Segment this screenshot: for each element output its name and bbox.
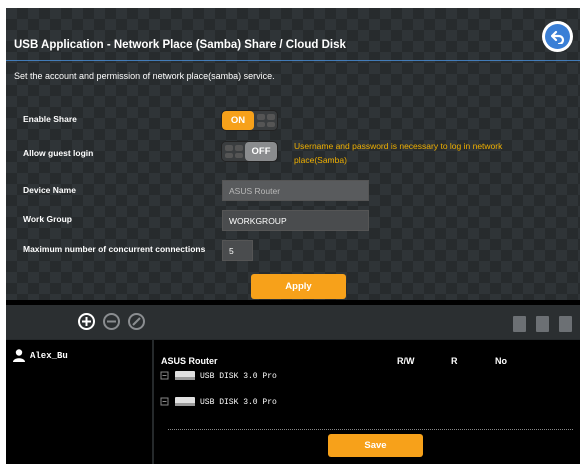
work-group-label: Work Group: [23, 214, 72, 224]
device-name-heading: ASUS Router: [161, 356, 218, 366]
max-connections-field[interactable]: 5: [222, 240, 253, 261]
back-button[interactable]: [542, 21, 573, 52]
separator-line: [168, 429, 573, 430]
add-folder-icon[interactable]: [513, 316, 526, 332]
user-list: Alex_Bu: [6, 340, 152, 464]
toggle-knob: [254, 111, 277, 130]
tree-expander-icon: [160, 371, 170, 383]
edit-folder-icon[interactable]: [559, 316, 572, 332]
guest-login-toggle[interactable]: OFF: [221, 141, 278, 162]
disk-row[interactable]: USB DISK 3.0 Pro: [160, 395, 277, 410]
work-group-field[interactable]: WORKGROUP: [222, 210, 369, 231]
account-toolbar: [6, 305, 580, 339]
guest-login-note: Username and password is necessary to lo…: [294, 141, 503, 165]
column-no: No: [495, 356, 507, 366]
device-name-field[interactable]: ASUS Router: [222, 180, 369, 201]
permission-pane: ASUS Router R/W R No USB DISK 3.0 Pro US…: [154, 340, 580, 464]
back-arrow-icon: [545, 24, 570, 49]
remove-icon[interactable]: [103, 313, 120, 330]
enable-share-label: Enable Share: [23, 114, 77, 124]
user-avatar-icon: [12, 348, 26, 364]
edit-icon[interactable]: [128, 313, 145, 330]
device-name-label: Device Name: [23, 185, 76, 195]
account-panel: Alex_Bu ASUS Router R/W R No USB DISK 3.…: [6, 305, 580, 464]
max-connections-label: Maximum number of concurrent connections: [23, 244, 206, 254]
page-description: Set the account and permission of networ…: [14, 71, 275, 81]
toggle-on-state: ON: [222, 111, 254, 130]
tree-expander-icon: [160, 397, 170, 409]
guest-login-label: Allow guest login: [23, 148, 94, 158]
disk-icon: [174, 395, 196, 410]
toggle-knob: [222, 142, 246, 161]
app-frame: USB Application - Network Place (Samba) …: [6, 8, 580, 464]
enable-share-toggle[interactable]: ON: [221, 110, 278, 131]
title-divider: [6, 60, 580, 61]
delete-folder-icon[interactable]: [536, 316, 549, 332]
settings-panel: USB Application - Network Place (Samba) …: [6, 8, 580, 300]
apply-button[interactable]: Apply: [251, 274, 346, 299]
disk-label: USB DISK 3.0 Pro: [200, 398, 277, 407]
save-button[interactable]: Save: [328, 434, 423, 457]
page-title: USB Application - Network Place (Samba) …: [14, 39, 346, 51]
toggle-off-state: OFF: [245, 142, 277, 161]
user-name: Alex_Bu: [30, 351, 68, 361]
user-item[interactable]: Alex_Bu: [12, 348, 68, 364]
column-r: R: [451, 356, 458, 366]
add-icon[interactable]: [78, 313, 95, 330]
disk-icon: [174, 369, 196, 384]
disk-label: USB DISK 3.0 Pro: [200, 372, 277, 381]
disk-row[interactable]: USB DISK 3.0 Pro: [160, 369, 277, 384]
column-rw: R/W: [397, 356, 415, 366]
